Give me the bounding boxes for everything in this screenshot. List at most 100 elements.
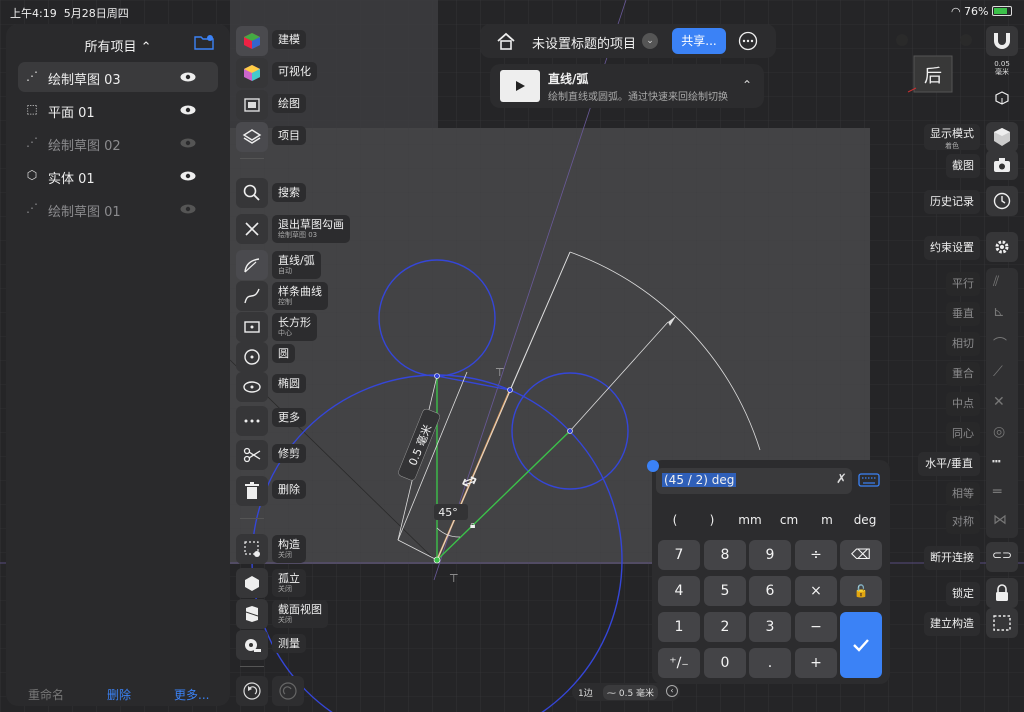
key-7[interactable]: 7 (658, 540, 700, 570)
isolate-toggle-button[interactable] (236, 568, 268, 598)
trim-tool-button[interactable] (236, 440, 268, 470)
share-button[interactable]: 共享... (672, 28, 726, 54)
screenshot-label[interactable]: 截图 (946, 154, 980, 178)
key-4[interactable]: 4 (658, 576, 700, 606)
key-9[interactable]: 9 (749, 540, 791, 570)
browser-item-sketch-02[interactable]: ⋰ 绘制草图 02 (18, 128, 218, 158)
key-2[interactable]: 2 (704, 612, 746, 642)
tangent-constraint-button[interactable]: 相切 (946, 332, 980, 356)
new-folder-icon[interactable] (194, 34, 214, 55)
snap-increment[interactable]: ⁓ 0.5 毫米 (603, 685, 659, 700)
key-backspace[interactable]: ⌫ (840, 540, 882, 570)
more-options-icon[interactable] (738, 31, 758, 51)
parallel-constraint-button[interactable]: 平行 (946, 272, 980, 296)
coincident-constraint-button[interactable]: 重合 (946, 362, 980, 386)
symmetric-constraint-button[interactable]: 对称 (946, 510, 980, 534)
ellipse-tool-button[interactable] (236, 372, 268, 402)
eye-hidden-icon[interactable] (180, 204, 196, 214)
collapse-icon[interactable]: ‹ (666, 685, 678, 697)
origin-point[interactable] (433, 556, 441, 564)
eye-icon[interactable] (180, 105, 196, 115)
section-view-toggle-button[interactable] (236, 599, 268, 629)
browser-item-body-01[interactable]: ⬡ 实体 01 (18, 161, 218, 191)
project-button[interactable] (236, 122, 268, 152)
browser-item-plane-01[interactable]: ⬚ 平面 01 (18, 95, 218, 125)
midpoint-constraint-button[interactable]: 中点 (946, 392, 980, 416)
disconnect-button[interactable]: ⊂⊃ (986, 542, 1018, 572)
delete-tool-button[interactable] (236, 476, 268, 506)
display-mode-label[interactable]: 显示模式 着色 (924, 124, 980, 150)
disconnect-label[interactable]: 断开连接 (924, 546, 980, 570)
more-tools-button[interactable] (236, 406, 268, 436)
unit-cm-key[interactable]: cm (768, 513, 810, 527)
confirm-button[interactable] (840, 612, 882, 678)
key-8[interactable]: 8 (704, 540, 746, 570)
history-label[interactable]: 历史记录 (924, 190, 980, 214)
key-5[interactable]: 5 (704, 576, 746, 606)
key-divide[interactable]: ÷ (795, 540, 837, 570)
construct-toggle-button[interactable] (236, 534, 268, 564)
key-plus[interactable]: + (795, 648, 837, 678)
exit-sketch-button[interactable] (236, 214, 268, 244)
constraint-settings-button[interactable] (986, 232, 1018, 262)
key-multiply[interactable]: × (795, 576, 837, 606)
key-decimal[interactable]: . (749, 648, 791, 678)
key-0[interactable]: 0 (704, 648, 746, 678)
visualize-workspace-button[interactable] (236, 58, 268, 88)
delete-button[interactable]: 删除 (107, 686, 131, 703)
measure-tool-button[interactable] (236, 630, 268, 660)
key-plus-minus[interactable]: ⁺∕₋ (658, 648, 700, 678)
expression-input[interactable]: (45 / 2) deg ✗ (656, 468, 852, 494)
key-1[interactable]: 1 (658, 612, 700, 642)
perpendicular-constraint-button[interactable]: 垂直 (946, 302, 980, 326)
unit-mm-key[interactable]: mm (729, 513, 771, 527)
unit-close-paren-key[interactable]: ) (691, 513, 733, 527)
unit-open-paren-key[interactable]: ( (654, 513, 696, 527)
make-construction-button[interactable] (986, 608, 1018, 638)
key-unlock[interactable]: 🔓 (840, 576, 882, 606)
rectangle-tool-button[interactable] (236, 312, 268, 342)
tutorial-video-thumbnail[interactable] (500, 70, 540, 102)
key-minus[interactable]: − (795, 612, 837, 642)
browser-item-sketch-03[interactable]: ⋰ 绘制草图 03 (18, 62, 218, 92)
unit-deg-key[interactable]: deg (844, 513, 886, 527)
project-title[interactable]: 未设置标题的项目 (532, 33, 636, 52)
concentric-constraint-button[interactable]: 同心 (946, 422, 980, 446)
chevron-down-icon[interactable]: ⌄ (642, 33, 658, 49)
add-variable-icon[interactable]: ✗ (836, 472, 847, 487)
keyboard-icon[interactable] (858, 473, 880, 487)
undo-button[interactable] (236, 676, 268, 706)
line-arc-tool-button[interactable] (236, 250, 268, 280)
search-button[interactable] (236, 178, 268, 208)
spline-tool-button[interactable] (236, 281, 268, 311)
display-mode-button[interactable] (986, 122, 1018, 152)
lock-button[interactable] (986, 578, 1018, 608)
constraint-settings-label[interactable]: 约束设置 (924, 236, 980, 260)
grid-unit-readout[interactable]: 0.05 毫米 (988, 60, 1016, 76)
circle-tool-button[interactable] (236, 342, 268, 372)
more-button[interactable]: 更多... (174, 686, 209, 703)
home-icon[interactable] (496, 32, 516, 50)
horizontal-vertical-constraint-button[interactable]: 水平/垂直 (918, 452, 980, 476)
lock-label[interactable]: 锁定 (946, 582, 980, 606)
unit-m-key[interactable]: m (806, 513, 848, 527)
drawing-workspace-button[interactable] (236, 90, 268, 120)
history-button[interactable] (986, 186, 1018, 216)
eye-icon[interactable] (180, 72, 196, 82)
key-3[interactable]: 3 (749, 612, 791, 642)
magnet-snap-button[interactable] (986, 26, 1018, 56)
drag-handle[interactable] (647, 460, 659, 472)
browser-item-sketch-01[interactable]: ⋰ 绘制草图 01 (18, 194, 218, 224)
redo-button[interactable] (272, 676, 304, 706)
chevron-up-icon[interactable]: ⌃ (742, 78, 752, 92)
equal-constraint-button[interactable]: 相等 (946, 482, 980, 506)
rename-button[interactable]: 重命名 (28, 686, 64, 703)
axes-icon[interactable] (994, 90, 1010, 106)
eye-hidden-icon[interactable] (180, 138, 196, 148)
key-6[interactable]: 6 (749, 576, 791, 606)
tool-tutorial-card[interactable]: 直线/弧 绘制直线或圆弧。通过快速来回绘制切换 ⌃ (490, 64, 764, 108)
screenshot-button[interactable] (986, 150, 1018, 180)
modeling-workspace-button[interactable] (236, 26, 268, 56)
make-construction-label[interactable]: 建立构造 (924, 612, 980, 636)
eye-icon[interactable] (180, 171, 196, 181)
